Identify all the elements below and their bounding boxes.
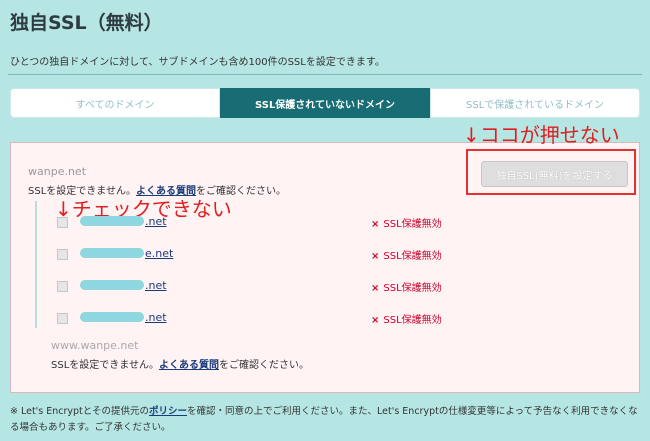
subdomain-link[interactable]: .net [80,311,167,324]
redacted-blur [80,248,144,258]
tab-unprotected-domains[interactable]: SSL保護されていないドメイン [220,88,430,118]
title-divider [8,74,642,75]
redacted-blur [80,280,144,290]
subdomain-suffix: .net [145,311,167,324]
subdomain-row: .net × SSL保護無効 [57,215,457,231]
faq-link[interactable]: よくある質問 [159,360,219,371]
domain-name: www.wanpe.net [51,339,139,352]
annotation-cannot-press: ↓ココが押せない [463,123,620,147]
footer-note: ※ Let's Encryptとその提供元のポリシーを確認・同意の上でご利用くだ… [10,404,640,436]
subdomain-row: .net × SSL保護無効 [57,311,457,327]
redacted-blur [80,216,144,226]
cross-icon: × [371,219,380,230]
cross-icon: × [371,315,380,326]
tab-all-domains[interactable]: すべてのドメイン [10,88,220,118]
redacted-blur [80,312,144,322]
subdomain-suffix: .net [145,279,167,292]
ssl-status: × SSL保護無効 [371,279,442,294]
subdomain-divider [35,201,37,328]
policy-link[interactable]: ポリシー [149,406,187,417]
ssl-status: × SSL保護無効 [371,247,442,262]
subdomain-row: .net × SSL保護無効 [57,279,457,295]
status-label: SSL保護無効 [383,219,442,230]
ssl-status: × SSL保護無効 [371,215,442,230]
subdomain-link[interactable]: e.net [80,247,173,260]
cross-icon: × [371,283,380,294]
status-label: SSL保護無効 [383,251,442,262]
domain-name: wanpe.net [28,165,87,178]
subdomain-suffix: .net [145,215,167,228]
tab-protected-domains[interactable]: SSLで保護されているドメイン [430,88,640,118]
domain-panel: wanpe.net SSLを設定できません。よくある質問をご確認ください。 独自… [10,123,640,393]
footer-text: ※ Let's Encryptとその提供元の [10,406,150,417]
domain-filter-tabs: すべてのドメイン SSL保護されていないドメイン SSLで保護されているドメイン [10,88,640,118]
subdomain-checkbox[interactable] [57,249,68,260]
subdomain-row: e.net × SSL保護無効 [57,247,457,263]
subdomain-checkbox[interactable] [57,217,68,228]
message-text: SSLを設定できません。 [51,360,159,371]
subdomain-checkbox[interactable] [57,313,68,324]
ssl-unavailable-message: SSLを設定できません。よくある質問をご確認ください。 [51,356,309,371]
page-title: 独自SSL（無料） [10,12,163,34]
subdomain-suffix: e.net [145,247,174,260]
status-label: SSL保護無効 [383,283,442,294]
subdomain-link[interactable]: .net [80,279,167,292]
intro-text: ひとつの独自ドメインに対して、サブドメインも含め100件のSSLを設定できます。 [10,57,385,68]
cross-icon: × [371,251,380,262]
message-text: をご確認ください。 [218,360,309,371]
status-label: SSL保護無効 [383,315,442,326]
ssl-status: × SSL保護無効 [371,311,442,326]
subdomain-checkbox[interactable] [57,281,68,292]
subdomain-link[interactable]: .net [80,215,167,228]
highlight-box [466,149,636,195]
